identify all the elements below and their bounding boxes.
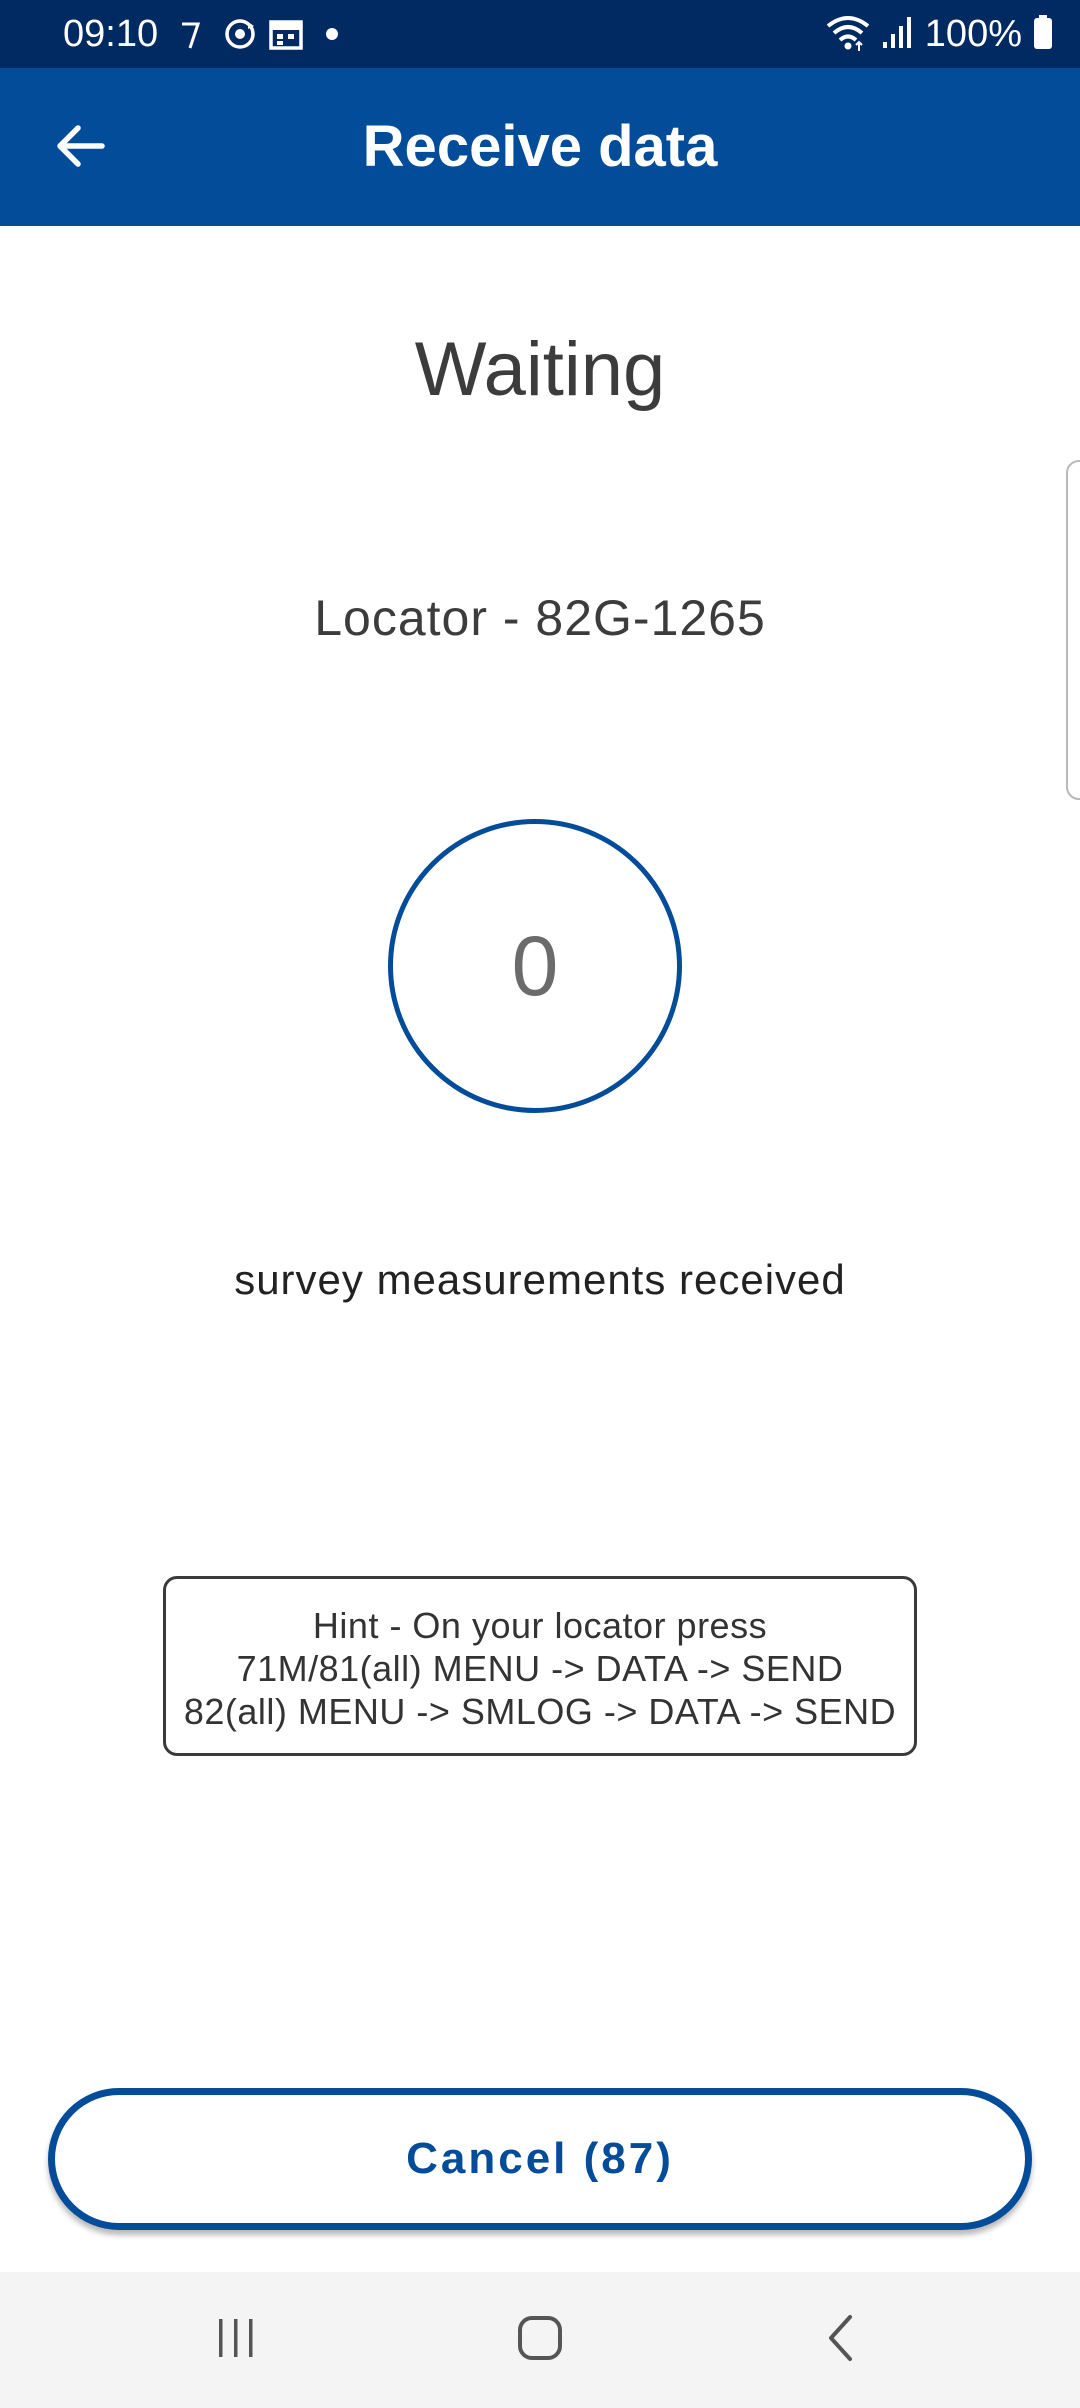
counter-label: survey measurements received bbox=[234, 1256, 846, 1303]
navigation-bar bbox=[0, 2272, 1080, 2408]
wifi-icon bbox=[825, 12, 871, 57]
receive-data-screen: 09:10 100% Receive data Waiting Locator … bbox=[0, 0, 1080, 2408]
hint-line: Hint - On your locator press bbox=[312, 1604, 768, 1646]
hint-box: Hint - On your locator press 71M/81(all)… bbox=[163, 1576, 917, 1756]
calendar-icon bbox=[266, 14, 306, 54]
hint-line: 71M/81(all) MENU -> DATA -> SEND bbox=[236, 1647, 844, 1689]
edge-panel-handle[interactable] bbox=[1066, 460, 1080, 800]
battery-percent: 100% bbox=[924, 13, 1022, 55]
battery-icon bbox=[1032, 12, 1054, 57]
app-bar: Receive data bbox=[0, 68, 1080, 226]
page-title: Receive data bbox=[362, 114, 718, 179]
counter-circle: 0 bbox=[388, 819, 682, 1113]
recent-apps-icon bbox=[211, 2313, 261, 2368]
cancel-button-label: Cancel (87) bbox=[406, 2134, 674, 2183]
status-heading: Waiting bbox=[414, 327, 666, 412]
device-name: Locator - 82G-1265 bbox=[314, 590, 766, 646]
home-icon bbox=[515, 2313, 565, 2368]
signal-icon bbox=[881, 12, 915, 57]
back-icon bbox=[817, 2313, 867, 2368]
back-button[interactable] bbox=[40, 108, 120, 188]
system-status: 100% bbox=[825, 10, 1054, 58]
status-bar: 09:10 100% bbox=[0, 0, 1080, 68]
notification-icon bbox=[178, 14, 202, 54]
counter-value: 0 bbox=[511, 919, 559, 1013]
home-button[interactable] bbox=[500, 2300, 580, 2380]
recent-apps-button[interactable] bbox=[196, 2300, 276, 2380]
arrow-left-icon bbox=[52, 118, 108, 179]
sync-icon bbox=[220, 14, 260, 54]
nav-back-button[interactable] bbox=[802, 2300, 882, 2380]
dot-icon bbox=[322, 14, 342, 54]
status-time: 09:10 bbox=[63, 13, 159, 55]
cancel-button[interactable]: Cancel (87) bbox=[48, 2088, 1032, 2230]
hint-line: 82(all) MENU -> SMLOG -> DATA -> SEND bbox=[183, 1690, 897, 1732]
